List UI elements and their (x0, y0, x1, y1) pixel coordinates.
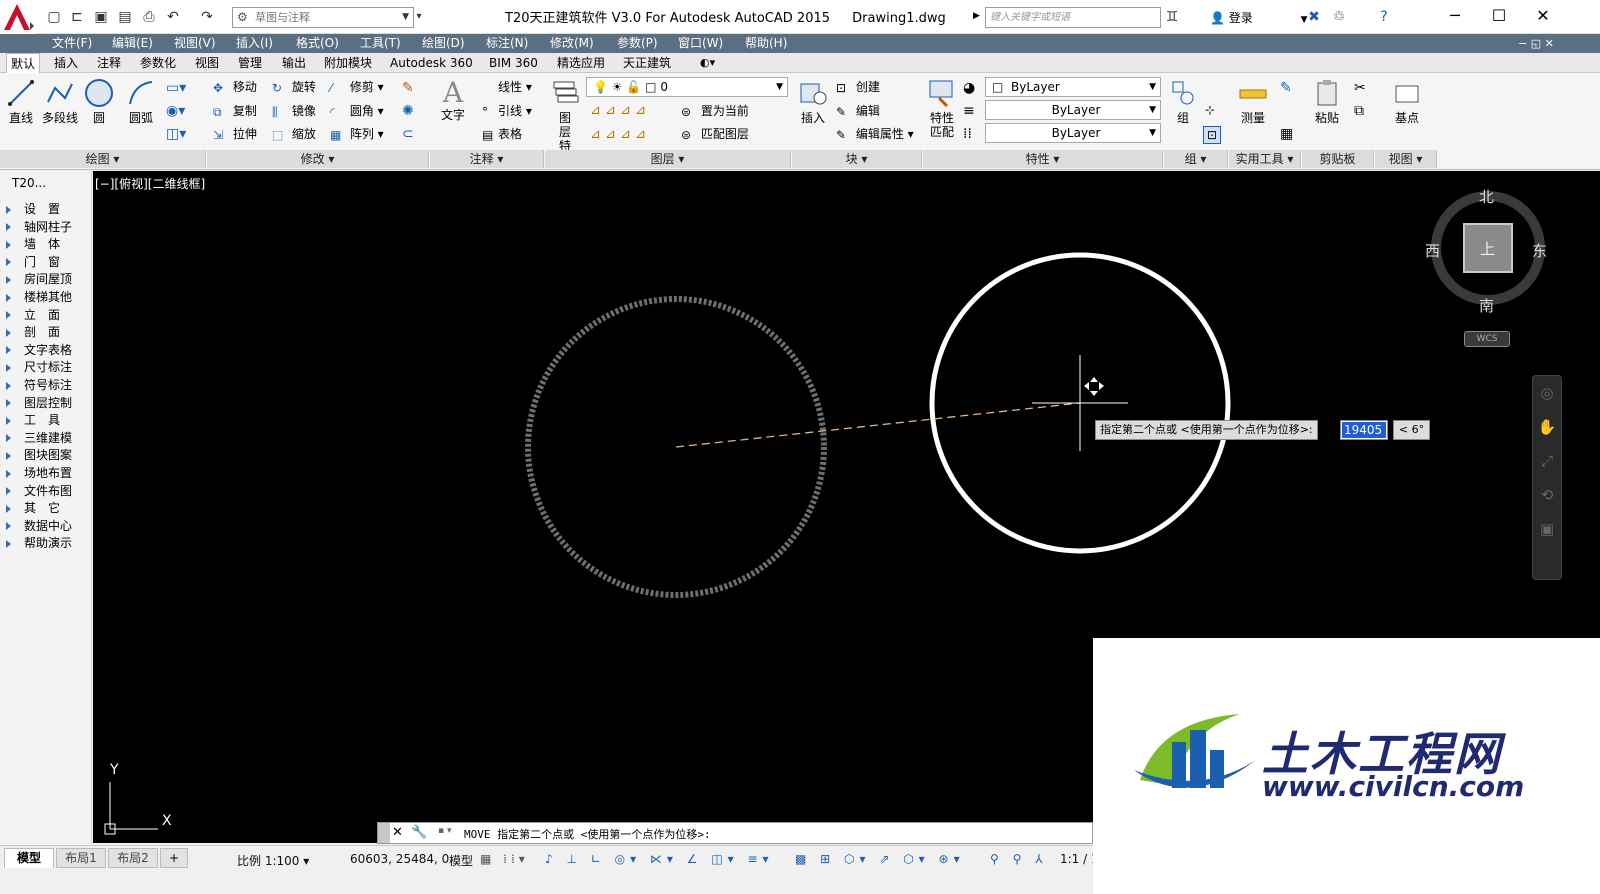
ucs-x-label: X (162, 813, 172, 829)
tab-layout1[interactable]: 布局1 (56, 848, 106, 868)
coordinates-readout[interactable]: 60603, 25484, 0 (350, 852, 449, 866)
command-line[interactable]: ✕ 🔧 ▪ ▾ MOVE 指定第二个点或 <使用第一个点作为位移>: (377, 822, 1093, 844)
drafting-toggle-icons[interactable]: ♪ ⊥ ∟ ◎▾ ⋉▾ ∠ ◫▾ ≡▾ (545, 852, 774, 866)
compass-north[interactable]: 北 (1479, 186, 1494, 207)
scale-label: 比例 1:100 (237, 854, 300, 868)
annotation-toggle-icons[interactable]: ⚲ ⚲ ⅄ (990, 852, 1048, 866)
navigation-bar: ◎ ✋ ⤢ ⟲ ▣ (1532, 375, 1562, 580)
displacement-line (675, 402, 1081, 448)
wrench-icon[interactable]: 🔧 (411, 825, 427, 840)
compass-west[interactable]: 西 (1425, 240, 1440, 261)
close-icon[interactable]: ✕ (392, 825, 403, 840)
workspace-toggle-icons[interactable]: ▩ ⊞ ⬡▾ ⇗ ⬡▾ ⊛▾ (795, 852, 965, 866)
command-line-grip[interactable] (378, 823, 390, 843)
orbit-icon[interactable]: ⟲ (1533, 478, 1561, 512)
watermark-url: www.civilcn.com (1262, 770, 1525, 803)
dynamic-input-distance[interactable]: 19405 (1340, 420, 1388, 440)
wcs-menu[interactable]: WCS (1464, 331, 1510, 347)
scale-selector[interactable]: 比例 1:100 ▾ (237, 852, 309, 869)
dynamic-input-angle[interactable]: < 6° (1393, 420, 1430, 440)
pan-icon[interactable]: ✋ (1533, 410, 1561, 444)
steering-wheel-icon[interactable]: ◎ (1533, 376, 1561, 410)
distance-value: 19405 (1342, 422, 1386, 438)
ucs-y-label: Y (110, 762, 119, 778)
compass-south[interactable]: 南 (1479, 295, 1494, 316)
move-cursor-icon (1084, 377, 1104, 396)
command-history-icon[interactable]: ▪ ▾ (438, 826, 451, 836)
zoom-extents-icon[interactable]: ⤢ (1533, 444, 1561, 478)
civilcn-logo-icon (1134, 714, 1256, 788)
ucs-icon (104, 782, 158, 835)
tab-layout2[interactable]: 布局2 (108, 848, 158, 868)
model-space-toggle[interactable]: 模型 (449, 852, 473, 869)
grid-snap-icons[interactable]: ▦ ⁞⁞▾ (480, 852, 529, 866)
add-layout-button[interactable]: + (160, 848, 188, 868)
viewcube-top-label: 上 (1480, 240, 1496, 258)
showmotion-icon[interactable]: ▣ (1533, 512, 1561, 546)
command-prompt-text: MOVE 指定第二个点或 <使用第一个点作为位移>: (464, 828, 711, 841)
tab-model[interactable]: 模型 (4, 848, 54, 868)
compass-east[interactable]: 东 (1532, 240, 1547, 261)
dynamic-input-prompt: 指定第二个点或 <使用第一个点作为位移>: (1095, 420, 1318, 440)
autocad-window: ▢ ⊏ ▣ ▤ ⎙ ↶ ↷ ⚙ 草图与注释 ▼ ▾ T20天正建筑软件 V3.0… (0, 0, 1600, 894)
